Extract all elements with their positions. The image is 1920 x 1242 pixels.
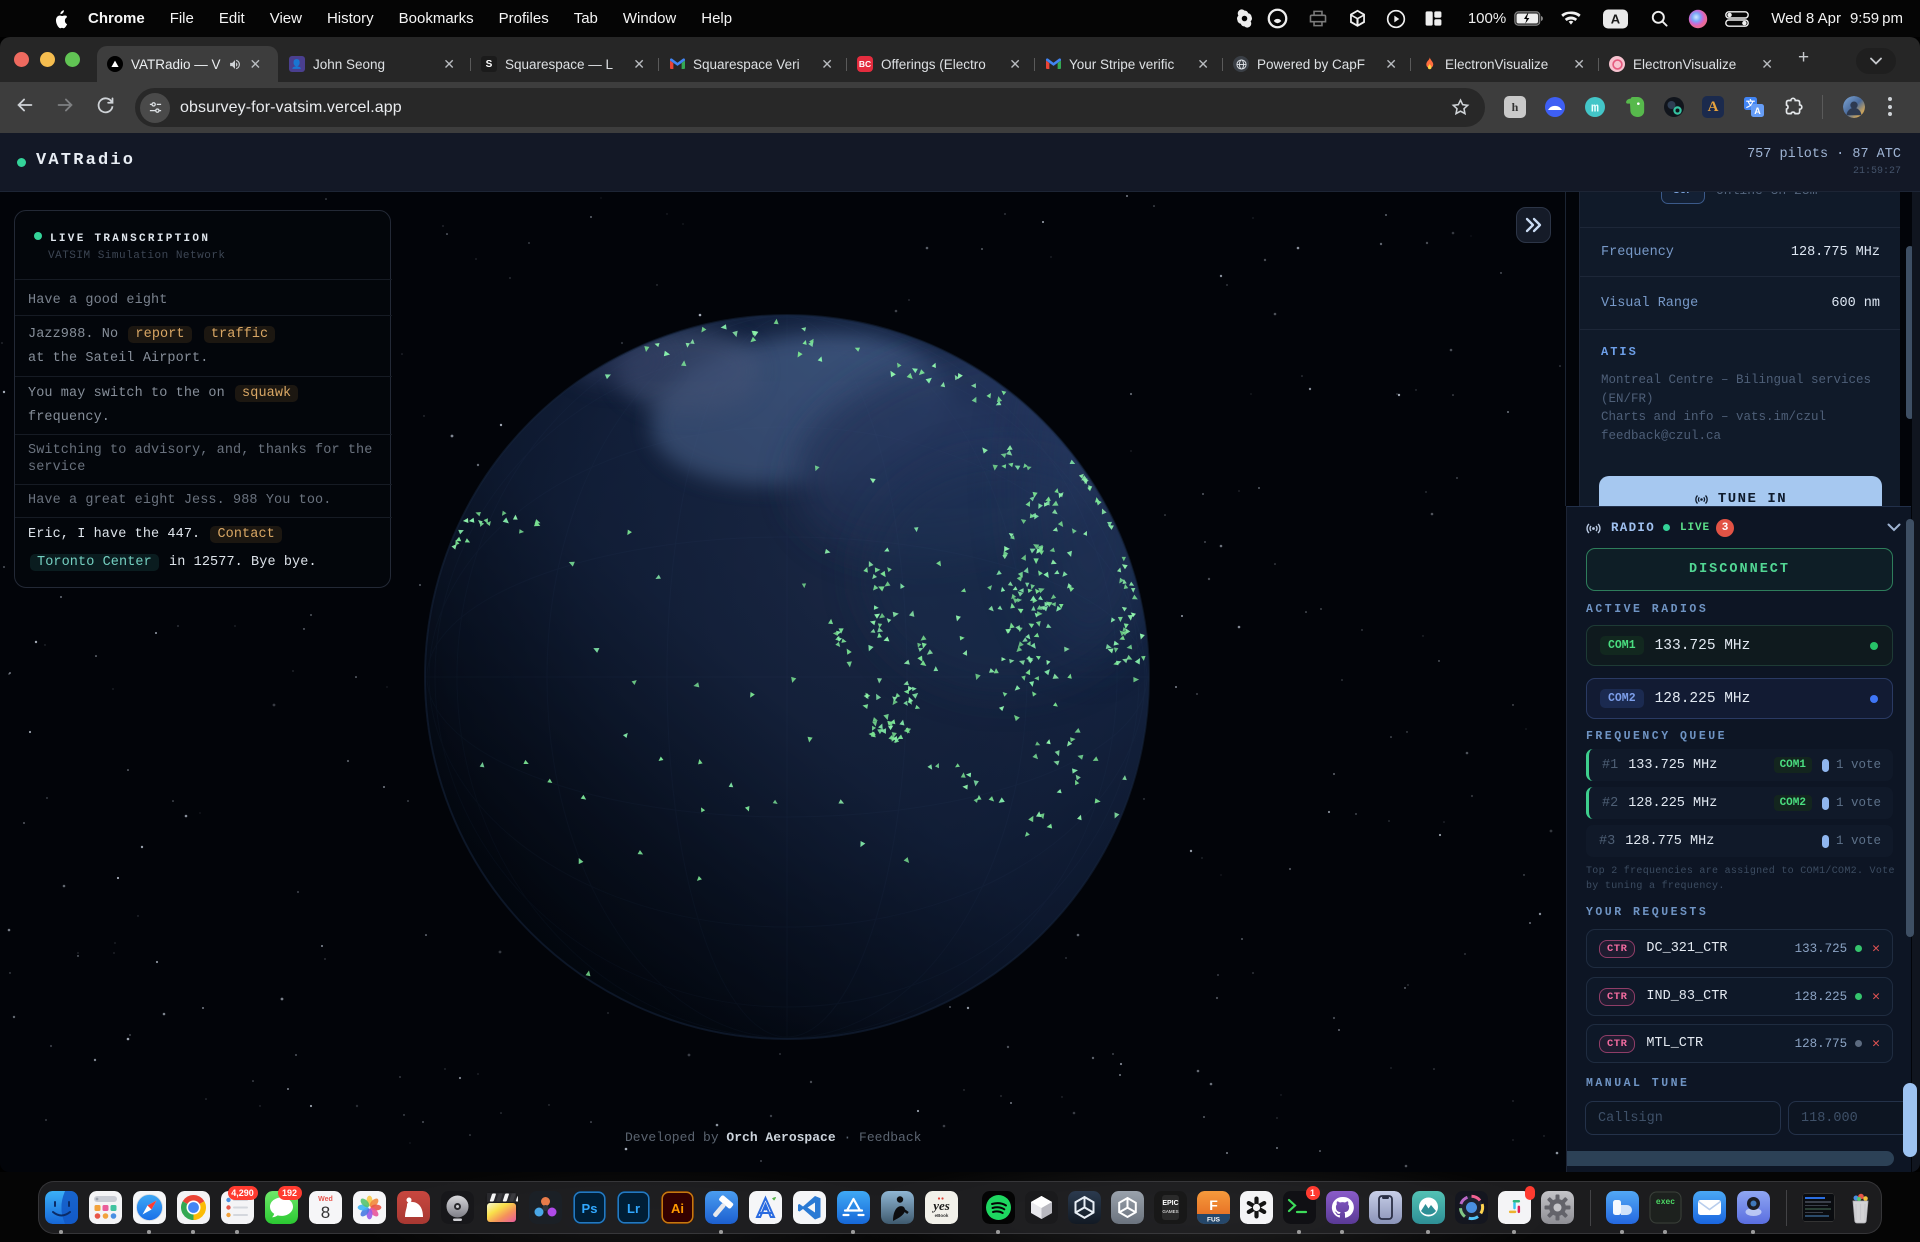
svg-text:eBook: eBook [934, 1213, 948, 1218]
svg-text:yes: yes [931, 1198, 950, 1213]
svg-text:exec: exec [1655, 1198, 1674, 1207]
svg-text:F: F [1209, 1197, 1218, 1213]
svg-text:EPIC: EPIC [1162, 1200, 1178, 1207]
svg-text:Ai: Ai [671, 1201, 684, 1216]
svg-text:8: 8 [320, 1203, 329, 1222]
svg-text:A: A [1754, 106, 1761, 116]
svg-text:FUS: FUS [1207, 1217, 1221, 1224]
svg-text:Lr: Lr [627, 1201, 640, 1216]
svg-text:Wed: Wed [318, 1196, 333, 1203]
svg-text:A: A [1611, 11, 1621, 26]
svg-text:Ps: Ps [581, 1201, 597, 1216]
svg-text:m: m [1591, 101, 1599, 116]
svg-text:GAMES: GAMES [1162, 1209, 1178, 1214]
